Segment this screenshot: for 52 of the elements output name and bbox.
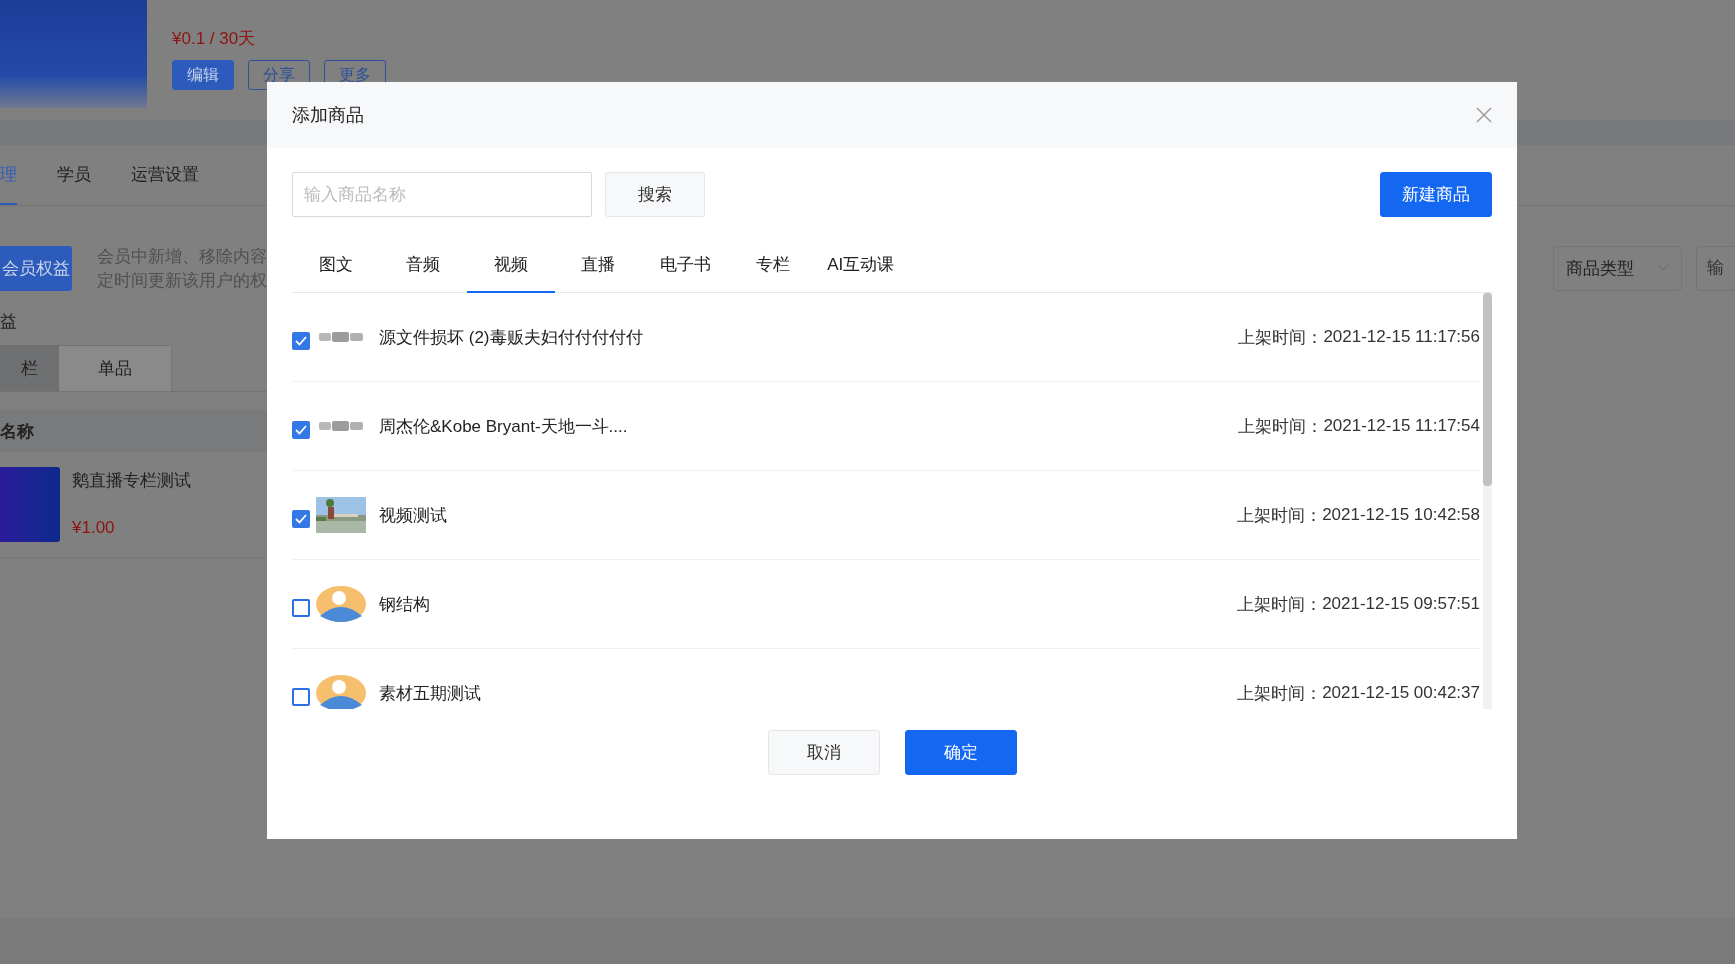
price: ¥0.1 / 30天 [172, 28, 257, 50]
cancel-button[interactable]: 取消 [767, 730, 880, 775]
time-label: 上架时间： [1237, 593, 1323, 616]
column-header: 名称 [0, 420, 34, 443]
category-tab[interactable]: 图文 [292, 237, 380, 293]
filter-input[interactable]: 输 [1696, 245, 1735, 291]
product-title: 素材五期测试 [379, 682, 481, 705]
benefit-button[interactable]: 会员权益 [0, 245, 72, 291]
category-tab[interactable]: 视频 [467, 237, 555, 293]
search-button[interactable]: 搜索 [605, 172, 705, 217]
product-name: 鹅直播专栏测试 [72, 470, 191, 492]
checkbox[interactable] [292, 421, 310, 439]
time-label: 上架时间： [1238, 415, 1324, 438]
section-title: 益 [0, 311, 18, 333]
product-title: 视频测试 [379, 504, 447, 527]
search-field[interactable]: 输入商品名称 [292, 172, 592, 217]
scrollbar[interactable] [1483, 293, 1492, 709]
listing-time: 2021-12-15 11:17:54 [1323, 416, 1480, 436]
close-icon[interactable] [1476, 107, 1492, 123]
sub-tab[interactable]: 栏 [0, 345, 59, 391]
category-tab[interactable]: 直播 [554, 237, 642, 293]
product-title: 源文件损坏 (2)毒贩夫妇付付付付付 [379, 326, 643, 349]
category-tab[interactable]: AI互动课 [817, 237, 905, 293]
dialog-title: 添加商品 [292, 104, 364, 127]
avatar-icon [316, 675, 366, 709]
product-price: ¥1.00 [72, 518, 116, 538]
page-tab[interactable]: 运营设置 [131, 145, 199, 205]
checkbox[interactable] [292, 332, 310, 350]
checkbox[interactable] [292, 599, 310, 617]
listing-time: 2021-12-15 10:42:58 [1322, 505, 1480, 525]
avatar-icon [316, 586, 366, 622]
checkbox[interactable] [292, 510, 310, 528]
page-tab[interactable]: 学员 [57, 145, 91, 205]
type-select[interactable]: 商品类型 [1553, 245, 1682, 291]
time-label: 上架时间： [1237, 504, 1323, 527]
listing-time: 2021-12-15 00:42:37 [1322, 683, 1480, 703]
category-tab[interactable]: 专栏 [729, 237, 817, 293]
confirm-button[interactable]: 确定 [904, 730, 1017, 775]
product-title: 钢结构 [379, 593, 430, 616]
new-product-button[interactable]: 新建商品 [1380, 172, 1492, 217]
listing-time: 2021-12-15 11:17:56 [1323, 327, 1480, 347]
time-label: 上架时间： [1237, 682, 1323, 705]
category-tab[interactable]: 电子书 [642, 237, 730, 293]
sub-tab[interactable]: 单品 [59, 345, 172, 391]
chevron-down-icon [1657, 264, 1670, 272]
category-tab[interactable]: 音频 [379, 237, 467, 293]
listing-time: 2021-12-15 09:57:51 [1322, 594, 1480, 614]
product-title: 周杰伦&Kobe Bryant-天地一斗.... [379, 415, 628, 438]
checkbox[interactable] [292, 688, 310, 706]
action-button[interactable]: 编辑 [172, 60, 234, 90]
time-label: 上架时间： [1238, 326, 1324, 349]
scroll-thumb[interactable] [1483, 293, 1492, 486]
